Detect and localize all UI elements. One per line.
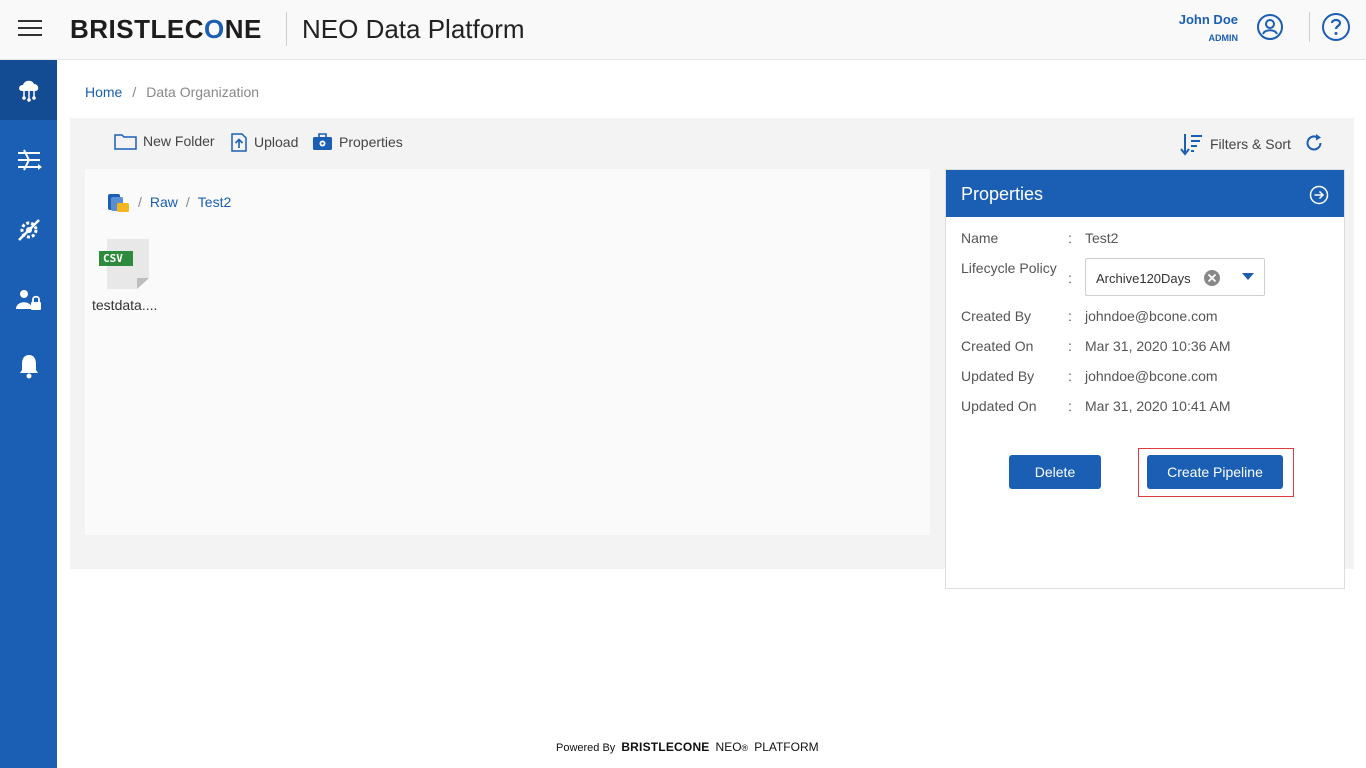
filters-sort-label: Filters & Sort [1210, 136, 1291, 152]
new-folder-button[interactable]: New Folder [114, 132, 215, 150]
properties-label: Properties [339, 133, 403, 150]
folder-icon [114, 134, 137, 150]
prop-colon: : [1068, 338, 1072, 354]
path-separator: / [185, 194, 190, 210]
prop-label-created-on: Created On [961, 338, 1034, 354]
delete-button[interactable]: Delete [1009, 455, 1101, 489]
user-lock-icon [15, 290, 41, 310]
footer-powered-by: Powered By [556, 742, 616, 754]
prop-value-updated-by: johndoe@bcone.com [1085, 368, 1218, 384]
new-folder-label: New Folder [143, 133, 215, 149]
breadcrumb-current: Data Organization [146, 84, 260, 100]
help-icon[interactable] [1321, 12, 1351, 42]
sidebar-item-pipelines[interactable] [0, 130, 57, 190]
storage-root-icon[interactable] [106, 191, 130, 213]
sidebar-item-user-access[interactable] [0, 270, 57, 330]
help-divider [1309, 12, 1310, 42]
sidebar-item-settings[interactable] [0, 200, 57, 260]
properties-button[interactable]: Properties [312, 132, 403, 151]
footer-neo: NEO [715, 740, 742, 754]
settings-tools-icon [17, 219, 40, 241]
prop-label-lifecycle: Lifecycle Policy [961, 260, 1057, 276]
user-role: ADMIN [1208, 33, 1239, 43]
filters-sort-button[interactable]: Filters & Sort [1180, 132, 1291, 156]
upload-button[interactable]: Upload [230, 132, 298, 152]
app-title: NEO Data Platform [302, 14, 525, 44]
user-name: John Doe [1178, 12, 1238, 27]
lifecycle-policy-value: Archive120Days [1096, 271, 1191, 286]
breadcrumb-separator: / [132, 84, 137, 100]
path-item-test2[interactable]: Test2 [198, 194, 231, 210]
sort-icon [1180, 134, 1202, 156]
bell-icon [19, 355, 38, 379]
collapse-panel-icon[interactable] [1309, 185, 1329, 205]
breadcrumb: Home / Data Organization [85, 84, 259, 100]
properties-header: Properties [946, 170, 1344, 217]
clear-selection-icon[interactable] [1203, 269, 1221, 287]
folder-path: / Raw / Test2 [106, 191, 231, 213]
footer: Powered By BRISTLECONE NEO ® PLATFORM [556, 740, 819, 754]
sidebar-item-data-organization[interactable] [0, 60, 57, 120]
bristlecone-logo: BRISTLECONE [70, 14, 262, 44]
prop-value-name: Test2 [1085, 230, 1119, 246]
prop-colon: : [1068, 308, 1072, 324]
sidebar [0, 60, 57, 768]
user-info[interactable]: John Doe ADMIN [1179, 12, 1238, 43]
properties-panel: Properties Name : Test2 Lifecycle Policy… [945, 169, 1345, 589]
prop-value-created-on: Mar 31, 2020 10:36 AM [1085, 338, 1231, 354]
footer-platform: PLATFORM [754, 740, 819, 754]
prop-value-updated-on: Mar 31, 2020 10:41 AM [1085, 398, 1231, 414]
file-item[interactable]: CSV [92, 238, 158, 295]
properties-title: Properties [961, 184, 1044, 204]
footer-brand: BRISTLECONE [621, 740, 710, 754]
prop-label-name: Name [961, 230, 999, 246]
prop-label-updated-by: Updated By [961, 368, 1035, 384]
prop-colon: : [1068, 230, 1072, 246]
lifecycle-policy-select[interactable]: Archive120Days [1085, 258, 1265, 296]
properties-briefcase-icon [313, 133, 332, 150]
prop-value-created-by: johndoe@bcone.com [1085, 308, 1218, 324]
cloud-network-icon [18, 80, 38, 102]
sidebar-item-notifications[interactable] [0, 336, 57, 396]
prop-colon: : [1068, 368, 1072, 384]
prop-colon: : [1068, 270, 1072, 286]
prop-label-updated-on: Updated On [961, 398, 1037, 414]
refresh-icon[interactable] [1304, 133, 1324, 153]
prop-label-created-by: Created By [961, 308, 1032, 324]
upload-icon [231, 133, 247, 152]
breadcrumb-home[interactable]: Home [85, 84, 122, 100]
title-divider [286, 12, 287, 46]
upload-label: Upload [254, 134, 299, 150]
create-pipeline-button[interactable]: Create Pipeline [1147, 455, 1283, 489]
hamburger-menu-icon[interactable] [18, 20, 42, 40]
user-account-icon[interactable] [1256, 13, 1284, 41]
chevron-down-icon[interactable] [1242, 273, 1254, 281]
file-name: testdata.... [92, 297, 158, 313]
path-item-raw[interactable]: Raw [150, 194, 178, 210]
footer-registered-mark: ® [741, 743, 749, 753]
csv-badge: CSV [103, 252, 123, 265]
path-separator: / [138, 194, 142, 210]
file-browser-pane [85, 169, 930, 535]
top-bar: BRISTLECONE NEO Data Platform John Doe A… [0, 0, 1366, 60]
prop-colon: : [1068, 398, 1072, 414]
pipeline-icon [17, 149, 42, 171]
